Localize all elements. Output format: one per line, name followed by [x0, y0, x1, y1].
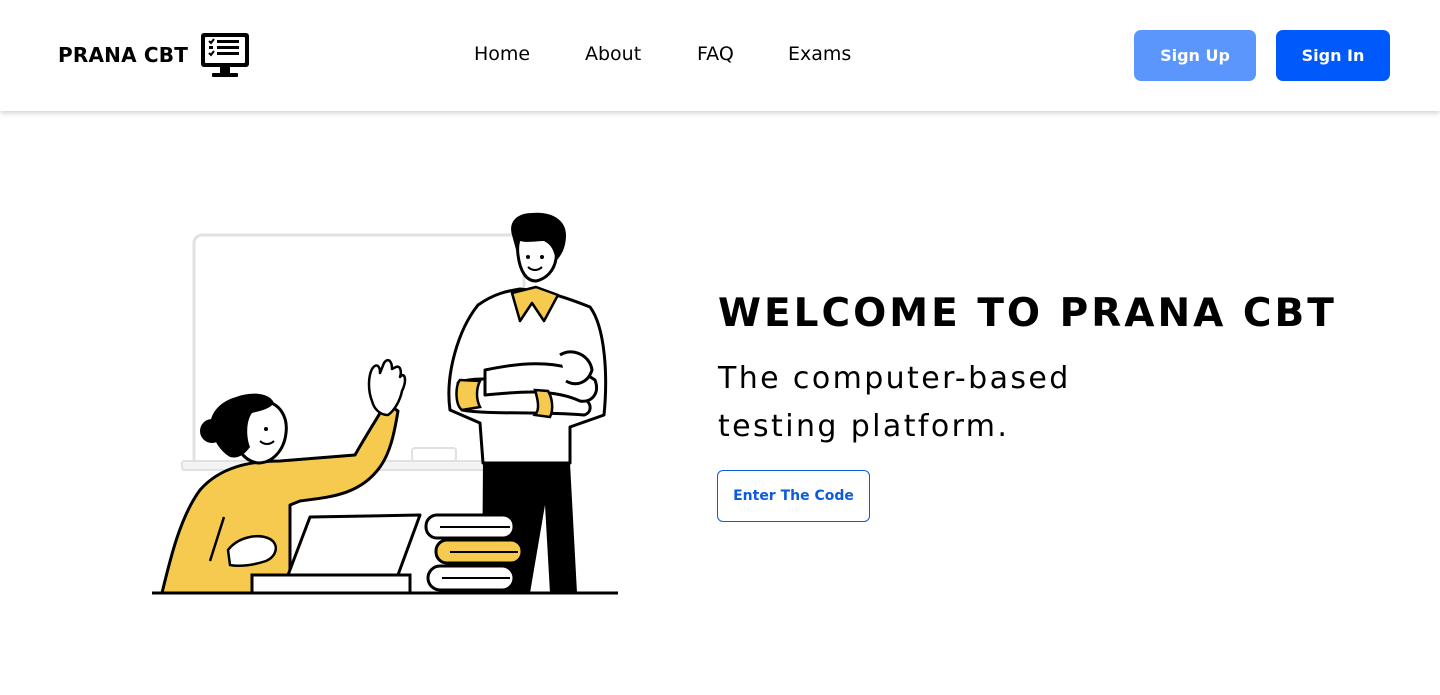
nav-home[interactable]: Home — [474, 43, 530, 65]
hero-title: WELCOME TO PRANA CBT — [718, 291, 1337, 336]
hero-subtitle: The computer-based testing platform. — [718, 361, 1071, 444]
nav-exams[interactable]: Exams — [788, 43, 851, 65]
computer-test-icon — [201, 33, 250, 77]
navbar: PRANA CBT Home About FAQ Exams Sign Up S… — [0, 0, 1440, 111]
teacher-and-student-illustration — [152, 212, 618, 595]
brand-name: PRANA CBT — [58, 43, 189, 67]
sign-up-button[interactable]: Sign Up — [1134, 30, 1256, 81]
nav-faq[interactable]: FAQ — [697, 43, 734, 65]
enter-code-button[interactable]: Enter The Code — [717, 470, 870, 522]
nav-about[interactable]: About — [585, 43, 641, 65]
sign-in-button[interactable]: Sign In — [1276, 30, 1390, 81]
brand-logo[interactable]: PRANA CBT — [58, 31, 251, 79]
